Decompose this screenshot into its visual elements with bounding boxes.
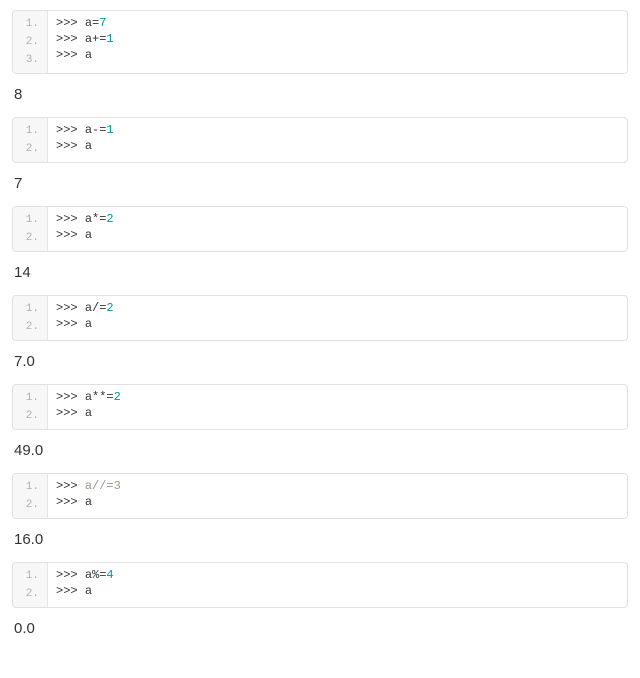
line-number: 2. bbox=[13, 318, 47, 336]
line-number-gutter: 1.2. bbox=[13, 474, 48, 518]
code-token: >>> bbox=[56, 139, 85, 153]
code-line: >>> a+=1 bbox=[56, 31, 619, 47]
line-number: 2. bbox=[13, 229, 47, 247]
line-number-gutter: 1.2. bbox=[13, 207, 48, 251]
code-token: >>> bbox=[56, 495, 85, 509]
code-token: 7 bbox=[99, 16, 106, 30]
code-token: a/= bbox=[85, 301, 107, 315]
line-number-gutter: 1.2.3. bbox=[13, 11, 48, 73]
code-token: a-= bbox=[85, 123, 107, 137]
line-number-gutter: 1.2. bbox=[13, 296, 48, 340]
code-line: >>> a=7 bbox=[56, 15, 619, 31]
code-token: a//=3 bbox=[85, 479, 121, 493]
code-line: >>> a bbox=[56, 47, 619, 63]
line-number: 1. bbox=[13, 122, 47, 140]
code-line: >>> a bbox=[56, 138, 619, 154]
code-area: >>> a*=2>>> a bbox=[48, 207, 627, 251]
code-line: >>> a**=2 bbox=[56, 389, 619, 405]
code-area: >>> a**=2>>> a bbox=[48, 385, 627, 429]
code-token: >>> bbox=[56, 390, 85, 404]
code-token: 2 bbox=[106, 301, 113, 315]
output-text: 49.0 bbox=[14, 442, 628, 459]
code-token: a bbox=[85, 495, 92, 509]
line-number-gutter: 1.2. bbox=[13, 118, 48, 162]
code-token: a bbox=[85, 48, 92, 62]
code-token: a*= bbox=[85, 212, 107, 226]
code-token: a+= bbox=[85, 32, 107, 46]
code-token: >>> bbox=[56, 568, 85, 582]
code-line: >>> a-=1 bbox=[56, 122, 619, 138]
line-number: 1. bbox=[13, 211, 47, 229]
code-block: 1.2.>>> a-=1>>> a bbox=[12, 117, 628, 163]
code-line: >>> a*=2 bbox=[56, 211, 619, 227]
code-token: 2 bbox=[106, 212, 113, 226]
code-token: a bbox=[85, 406, 92, 420]
line-number: 2. bbox=[13, 33, 47, 51]
line-number-gutter: 1.2. bbox=[13, 385, 48, 429]
code-token: 4 bbox=[106, 568, 113, 582]
output-text: 14 bbox=[14, 264, 628, 281]
line-number-gutter: 1.2. bbox=[13, 563, 48, 607]
code-token: >>> bbox=[56, 48, 85, 62]
code-block: 1.2.>>> a//=3>>> a bbox=[12, 473, 628, 519]
output-text: 16.0 bbox=[14, 531, 628, 548]
code-block: 1.2.>>> a**=2>>> a bbox=[12, 384, 628, 430]
code-block: 1.2.>>> a%=4>>> a bbox=[12, 562, 628, 608]
code-token: a**= bbox=[85, 390, 114, 404]
code-line: >>> a%=4 bbox=[56, 567, 619, 583]
code-token: >>> bbox=[56, 479, 85, 493]
output-text: 0.0 bbox=[14, 620, 628, 637]
line-number: 1. bbox=[13, 300, 47, 318]
code-block: 1.2.3.>>> a=7>>> a+=1>>> a bbox=[12, 10, 628, 74]
code-line: >>> a/=2 bbox=[56, 300, 619, 316]
code-token: a bbox=[85, 228, 92, 242]
line-number: 2. bbox=[13, 496, 47, 514]
code-token: >>> bbox=[56, 228, 85, 242]
output-text: 7 bbox=[14, 175, 628, 192]
code-token: >>> bbox=[56, 123, 85, 137]
line-number: 1. bbox=[13, 389, 47, 407]
line-number: 1. bbox=[13, 567, 47, 585]
line-number: 2. bbox=[13, 140, 47, 158]
code-line: >>> a bbox=[56, 494, 619, 510]
code-line: >>> a bbox=[56, 405, 619, 421]
code-token: >>> bbox=[56, 406, 85, 420]
code-token: a bbox=[85, 584, 92, 598]
code-area: >>> a-=1>>> a bbox=[48, 118, 627, 162]
code-token: 1 bbox=[106, 123, 113, 137]
line-number: 3. bbox=[13, 51, 47, 69]
code-block: 1.2.>>> a*=2>>> a bbox=[12, 206, 628, 252]
code-token: a bbox=[85, 317, 92, 331]
code-area: >>> a=7>>> a+=1>>> a bbox=[48, 11, 627, 73]
code-token: a%= bbox=[85, 568, 107, 582]
code-block: 1.2.>>> a/=2>>> a bbox=[12, 295, 628, 341]
code-token: >>> bbox=[56, 584, 85, 598]
code-line: >>> a bbox=[56, 227, 619, 243]
line-number: 2. bbox=[13, 585, 47, 603]
code-token: a bbox=[85, 139, 92, 153]
code-token: a= bbox=[85, 16, 99, 30]
code-token: >>> bbox=[56, 317, 85, 331]
code-token: >>> bbox=[56, 32, 85, 46]
output-text: 8 bbox=[14, 86, 628, 103]
code-token: 2 bbox=[114, 390, 121, 404]
code-area: >>> a//=3>>> a bbox=[48, 474, 627, 518]
code-line: >>> a bbox=[56, 583, 619, 599]
line-number: 2. bbox=[13, 407, 47, 425]
code-line: >>> a bbox=[56, 316, 619, 332]
code-token: 1 bbox=[106, 32, 113, 46]
code-token: >>> bbox=[56, 212, 85, 226]
line-number: 1. bbox=[13, 15, 47, 33]
output-text: 7.0 bbox=[14, 353, 628, 370]
code-token: >>> bbox=[56, 301, 85, 315]
code-area: >>> a/=2>>> a bbox=[48, 296, 627, 340]
line-number: 1. bbox=[13, 478, 47, 496]
code-token: >>> bbox=[56, 16, 85, 30]
code-line: >>> a//=3 bbox=[56, 478, 619, 494]
code-area: >>> a%=4>>> a bbox=[48, 563, 627, 607]
